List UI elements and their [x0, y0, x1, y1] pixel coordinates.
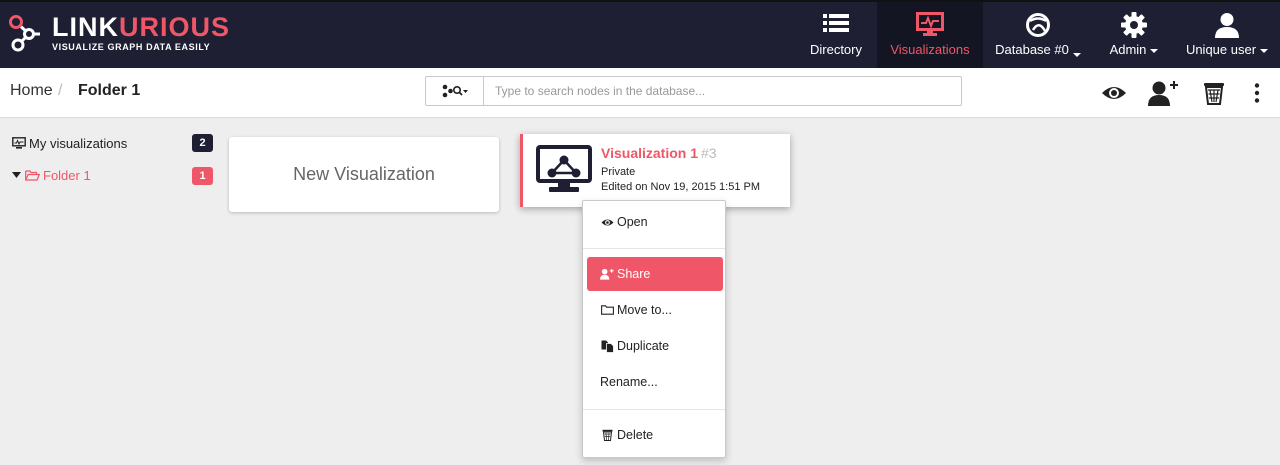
- nodes-search-icon: [442, 84, 468, 98]
- nav-admin-dropdown[interactable]: Admin: [1097, 2, 1171, 68]
- search-input[interactable]: [483, 76, 962, 106]
- menu-divider: [583, 409, 725, 410]
- trash-button[interactable]: [1199, 78, 1229, 108]
- menu-item-move-to[interactable]: Move to...: [587, 293, 723, 327]
- nav-visualizations[interactable]: Visualizations: [877, 2, 983, 68]
- eye-icon: [601, 219, 613, 225]
- chevron-down-icon: [1150, 48, 1159, 53]
- logo-wordmark: LINKURIOUS: [52, 12, 231, 42]
- folder-open-icon: [25, 169, 40, 181]
- visualization-context-menu: Open Share Move to... Duplicate Rename..…: [582, 200, 726, 458]
- caret-down-icon: [12, 172, 21, 178]
- search-type-dropdown[interactable]: [425, 76, 484, 106]
- nav-database-label: Database #0: [995, 42, 1069, 57]
- sidebar-item-label: My visualizations: [29, 135, 128, 151]
- visualization-card[interactable]: Visualization 1 #3 Private Edited on Nov …: [520, 134, 790, 207]
- visualization-id: #3: [701, 145, 717, 161]
- menu-divider: [583, 248, 725, 249]
- menu-item-open[interactable]: Open: [587, 205, 723, 239]
- breadcrumb-current: Folder 1: [78, 82, 141, 99]
- share-button[interactable]: [1146, 78, 1182, 108]
- vertical-ellipsis-icon: [1254, 83, 1260, 103]
- breadcrumb-separator: /: [58, 82, 63, 99]
- monitor-icon: [916, 12, 944, 36]
- nav-admin-label: Admin: [1109, 42, 1147, 57]
- database-globe-icon: [1026, 13, 1050, 37]
- menu-item-rename[interactable]: Rename...: [587, 365, 723, 399]
- sidebar-item-folder-1[interactable]: Folder 1: [12, 165, 91, 185]
- top-navbar: LINKURIOUS VISUALIZE GRAPH DATA EASILY D…: [0, 0, 1280, 68]
- chevron-down-icon: [1072, 52, 1081, 57]
- nav-directory-label: Directory: [809, 42, 862, 57]
- visualization-title: Visualization 1: [601, 145, 698, 161]
- new-visualization-card[interactable]: New Visualization: [229, 137, 499, 212]
- add-user-icon: [600, 268, 614, 280]
- menu-item-share[interactable]: Share: [587, 257, 723, 291]
- chevron-down-icon: [1260, 48, 1269, 53]
- add-user-icon: [1148, 81, 1178, 106]
- toolbar: Home / Folder 1: [0, 68, 1280, 118]
- menu-item-duplicate[interactable]: Duplicate: [587, 329, 723, 363]
- more-options-button[interactable]: [1242, 78, 1272, 108]
- sidebar-item-my-visualizations[interactable]: My visualizations: [12, 133, 127, 153]
- eye-icon: [1102, 87, 1126, 99]
- app-logo[interactable]: LINKURIOUS VISUALIZE GRAPH DATA EASILY: [8, 14, 230, 52]
- logo-tagline: VISUALIZE GRAPH DATA EASILY: [52, 42, 211, 52]
- nav-user-label: Unique user: [1185, 42, 1257, 57]
- nav-visualizations-label: Visualizations: [890, 42, 970, 57]
- toggle-visibility-button[interactable]: [1099, 78, 1129, 108]
- copy-icon: [601, 340, 614, 353]
- trash-icon: [602, 429, 612, 441]
- visualization-monitor-icon: [536, 145, 592, 192]
- monitor-icon: [12, 137, 26, 149]
- count-badge: 2: [192, 134, 213, 152]
- gear-icon: [1121, 12, 1147, 38]
- visualization-edited-date: Edited on Nov 19, 2015 1:51 PM: [601, 181, 760, 193]
- count-badge: 1: [192, 167, 213, 185]
- graph-logo-icon: [9, 15, 40, 52]
- trash-icon: [1204, 83, 1224, 105]
- breadcrumb-home[interactable]: Home: [10, 82, 53, 100]
- user-icon: [1215, 13, 1239, 38]
- visualization-privacy: Private: [601, 166, 636, 178]
- menu-item-delete[interactable]: Delete: [587, 418, 723, 452]
- folder-icon: [600, 305, 614, 315]
- nav-directory[interactable]: Directory: [798, 2, 874, 68]
- nav-user-dropdown[interactable]: Unique user: [1180, 2, 1274, 68]
- nav-database-dropdown[interactable]: Database #0: [990, 2, 1086, 68]
- sidebar-item-label: Folder 1: [43, 167, 91, 183]
- list-icon: [823, 14, 849, 32]
